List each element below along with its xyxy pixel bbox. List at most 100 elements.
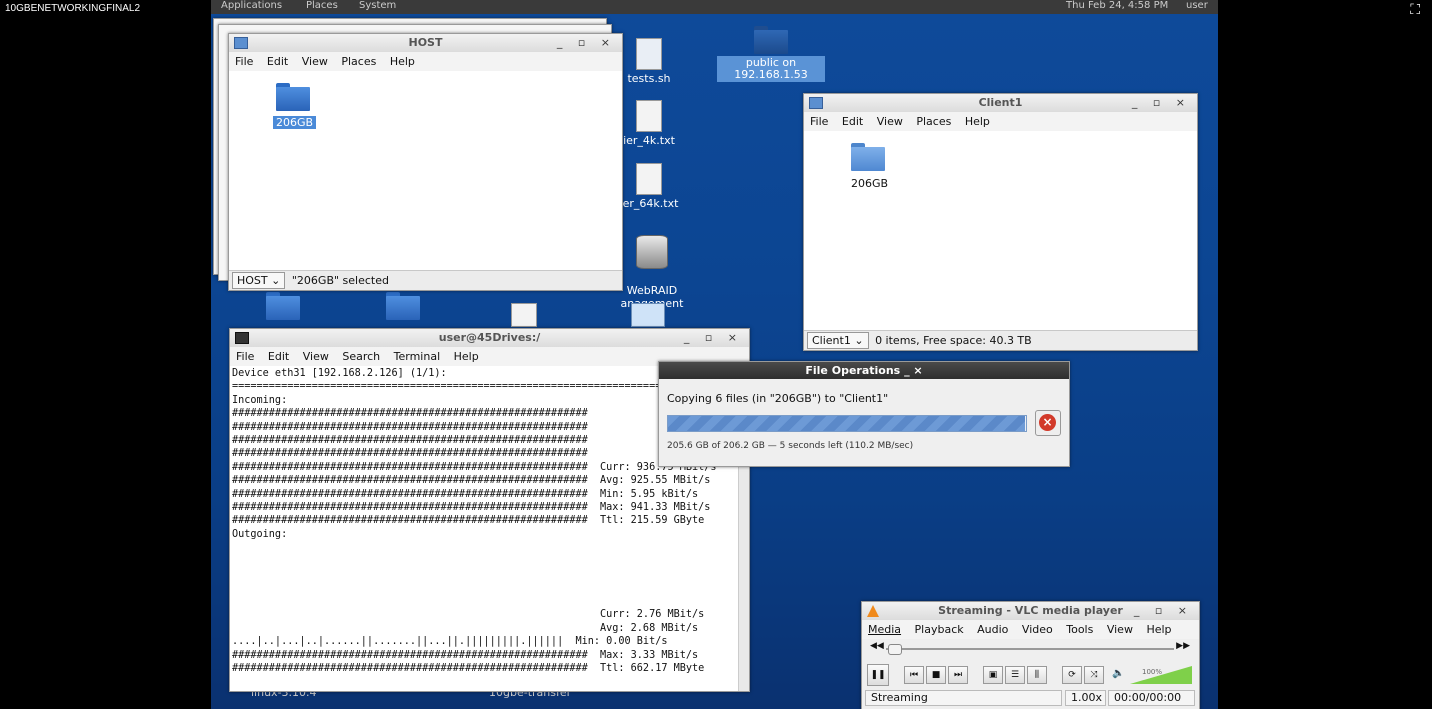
host-title: HOST <box>408 36 443 49</box>
location-dropdown[interactable]: Client1 ⌄ <box>807 332 869 349</box>
menu-places[interactable]: Places <box>916 115 951 128</box>
file-ops-titlebar[interactable]: File Operations _ × <box>659 362 1069 379</box>
desktop-icon-public-share[interactable]: public on 192.168.1.53 <box>717 26 825 82</box>
menu-edit[interactable]: Edit <box>268 350 289 363</box>
folder-icon[interactable] <box>276 83 310 111</box>
seek-forward-icon[interactable]: ▶▶ <box>1176 641 1190 651</box>
client-window[interactable]: Client1 _ ▫ × File Edit View Places Help… <box>803 93 1198 351</box>
top-panel: Applications Places System Thu Feb 24, 4… <box>211 0 1218 14</box>
client-titlebar[interactable]: Client1 _ ▫ × <box>804 94 1197 112</box>
vlc-menubar: Media Playback Audio Video Tools View He… <box>862 620 1199 639</box>
file-operations-dialog[interactable]: File Operations _ × Copying 6 files (in … <box>658 361 1070 467</box>
menu-help[interactable]: Help <box>454 350 479 363</box>
places-menu[interactable]: Places <box>306 0 338 11</box>
playlist-icon[interactable]: ☰ <box>1005 666 1025 684</box>
folder-icon <box>809 97 823 109</box>
menu-edit[interactable]: Edit <box>267 55 288 68</box>
equalizer-icon[interactable]: ⫼ <box>1027 666 1047 684</box>
desktop-folder-icon[interactable] <box>266 292 300 320</box>
copy-progress-bar <box>667 415 1027 432</box>
folder-icon[interactable] <box>851 143 885 171</box>
client-status-text: 0 items, Free space: 40.3 TB <box>875 334 1032 347</box>
menu-media[interactable]: Media <box>868 623 901 636</box>
vlc-titlebar[interactable]: Streaming - VLC media player _ ▫ × <box>862 602 1199 620</box>
client-file-view[interactable]: 206GB <box>804 131 1197 330</box>
user-menu[interactable]: user <box>1186 0 1208 11</box>
folder-label[interactable]: 206GB <box>273 116 317 129</box>
copy-detail: 205.6 GB of 206.2 GB — 5 seconds left (1… <box>667 441 914 451</box>
menu-view[interactable]: View <box>302 55 328 68</box>
applications-menu[interactable]: Applications <box>221 0 282 11</box>
cancel-icon: × <box>1039 414 1056 431</box>
seek-bar[interactable]: ◀◀ ▶▶ <box>870 641 1190 655</box>
text-file-icon <box>636 100 662 132</box>
window-controls[interactable]: _ × <box>904 364 923 377</box>
client-menubar: File Edit View Places Help <box>804 112 1197 131</box>
menu-terminal[interactable]: Terminal <box>394 350 441 363</box>
host-menubar: File Edit View Places Help <box>229 52 622 71</box>
menu-video[interactable]: Video <box>1022 623 1053 636</box>
fullscreen-icon[interactable]: ▣ <box>983 666 1003 684</box>
menu-help[interactable]: Help <box>390 55 415 68</box>
desktop: Applications Places System Thu Feb 24, 4… <box>211 0 1218 709</box>
volume-level: 100% <box>1142 668 1163 676</box>
menu-edit[interactable]: Edit <box>842 115 863 128</box>
next-icon[interactable]: ⏭ <box>948 666 968 684</box>
speaker-icon[interactable]: 🔈 <box>1112 668 1124 679</box>
window-controls[interactable]: _ ▫ × <box>1134 602 1193 620</box>
trash-icon[interactable] <box>631 303 665 327</box>
copy-message: Copying 6 files (in "206GB") to "Client1… <box>667 392 889 405</box>
system-menu[interactable]: System <box>359 0 396 11</box>
menu-audio[interactable]: Audio <box>977 623 1008 636</box>
menu-file[interactable]: File <box>235 55 253 68</box>
fullscreen-icon[interactable]: ⛶ <box>1410 2 1420 18</box>
terminal-title: user@45Drives:/ <box>438 331 541 344</box>
folder-label[interactable]: 206GB <box>851 177 888 190</box>
folder-icon <box>234 37 248 49</box>
host-file-view[interactable]: 206GB <box>229 71 622 270</box>
stop-icon[interactable]: ■ <box>926 666 946 684</box>
window-controls[interactable]: _ ▫ × <box>557 34 616 52</box>
seek-handle[interactable] <box>888 644 902 655</box>
terminal-titlebar[interactable]: user@45Drives:/ _ ▫ × <box>230 329 749 347</box>
menu-view[interactable]: View <box>1107 623 1133 636</box>
menu-help[interactable]: Help <box>965 115 990 128</box>
previous-icon[interactable]: ⏮ <box>904 666 924 684</box>
clock[interactable]: Thu Feb 24, 4:58 PM <box>1066 0 1168 11</box>
client-statusbar: Client1 ⌄ 0 items, Free space: 40.3 TB <box>804 330 1197 350</box>
host-window[interactable]: HOST _ ▫ × File Edit View Places Help 20… <box>228 33 623 291</box>
pause-icon[interactable]: ❚❚ <box>867 664 889 686</box>
playback-speed[interactable]: 1.00x <box>1065 690 1106 706</box>
menu-help[interactable]: Help <box>1146 623 1171 636</box>
menu-playback[interactable]: Playback <box>915 623 964 636</box>
host-status-text: "206GB" selected <box>291 274 389 287</box>
menu-tools[interactable]: Tools <box>1066 623 1093 636</box>
seek-back-icon[interactable]: ◀◀ <box>870 641 884 651</box>
menu-file[interactable]: File <box>236 350 254 363</box>
client-title: Client1 <box>978 96 1023 109</box>
window-controls[interactable]: _ ▫ × <box>1132 94 1191 112</box>
menu-view[interactable]: View <box>303 350 329 363</box>
menu-places[interactable]: Places <box>341 55 376 68</box>
host-statusbar: HOST ⌄ "206GB" selected <box>229 270 622 290</box>
window-controls[interactable]: _ ▫ × <box>684 329 743 347</box>
vlc-window[interactable]: Streaming - VLC media player _ ▫ × Media… <box>861 601 1200 709</box>
vlc-title: Streaming - VLC media player <box>938 604 1123 617</box>
terminal-icon <box>235 332 249 344</box>
menu-file[interactable]: File <box>810 115 828 128</box>
cancel-button[interactable]: × <box>1035 410 1061 436</box>
menu-search[interactable]: Search <box>342 350 380 363</box>
location-dropdown[interactable]: HOST ⌄ <box>232 272 286 289</box>
menu-view[interactable]: View <box>877 115 903 128</box>
vlc-cone-icon <box>867 605 879 617</box>
database-icon <box>636 235 668 269</box>
script-file-icon <box>636 38 662 70</box>
vlc-controls: ❚❚ ⏮ ■ ⏭ ▣ ☰ ⫼ ⟳ ⤨ <box>867 664 1106 686</box>
loop-icon[interactable]: ⟳ <box>1062 666 1082 684</box>
playback-time: 00:00/00:00 <box>1108 690 1195 706</box>
desktop-folder-icon[interactable] <box>386 292 420 320</box>
vlc-status: Streaming <box>865 690 1062 706</box>
text-file-icon[interactable] <box>511 303 537 327</box>
host-titlebar[interactable]: HOST _ ▫ × <box>229 34 622 52</box>
shuffle-icon[interactable]: ⤨ <box>1084 666 1104 684</box>
